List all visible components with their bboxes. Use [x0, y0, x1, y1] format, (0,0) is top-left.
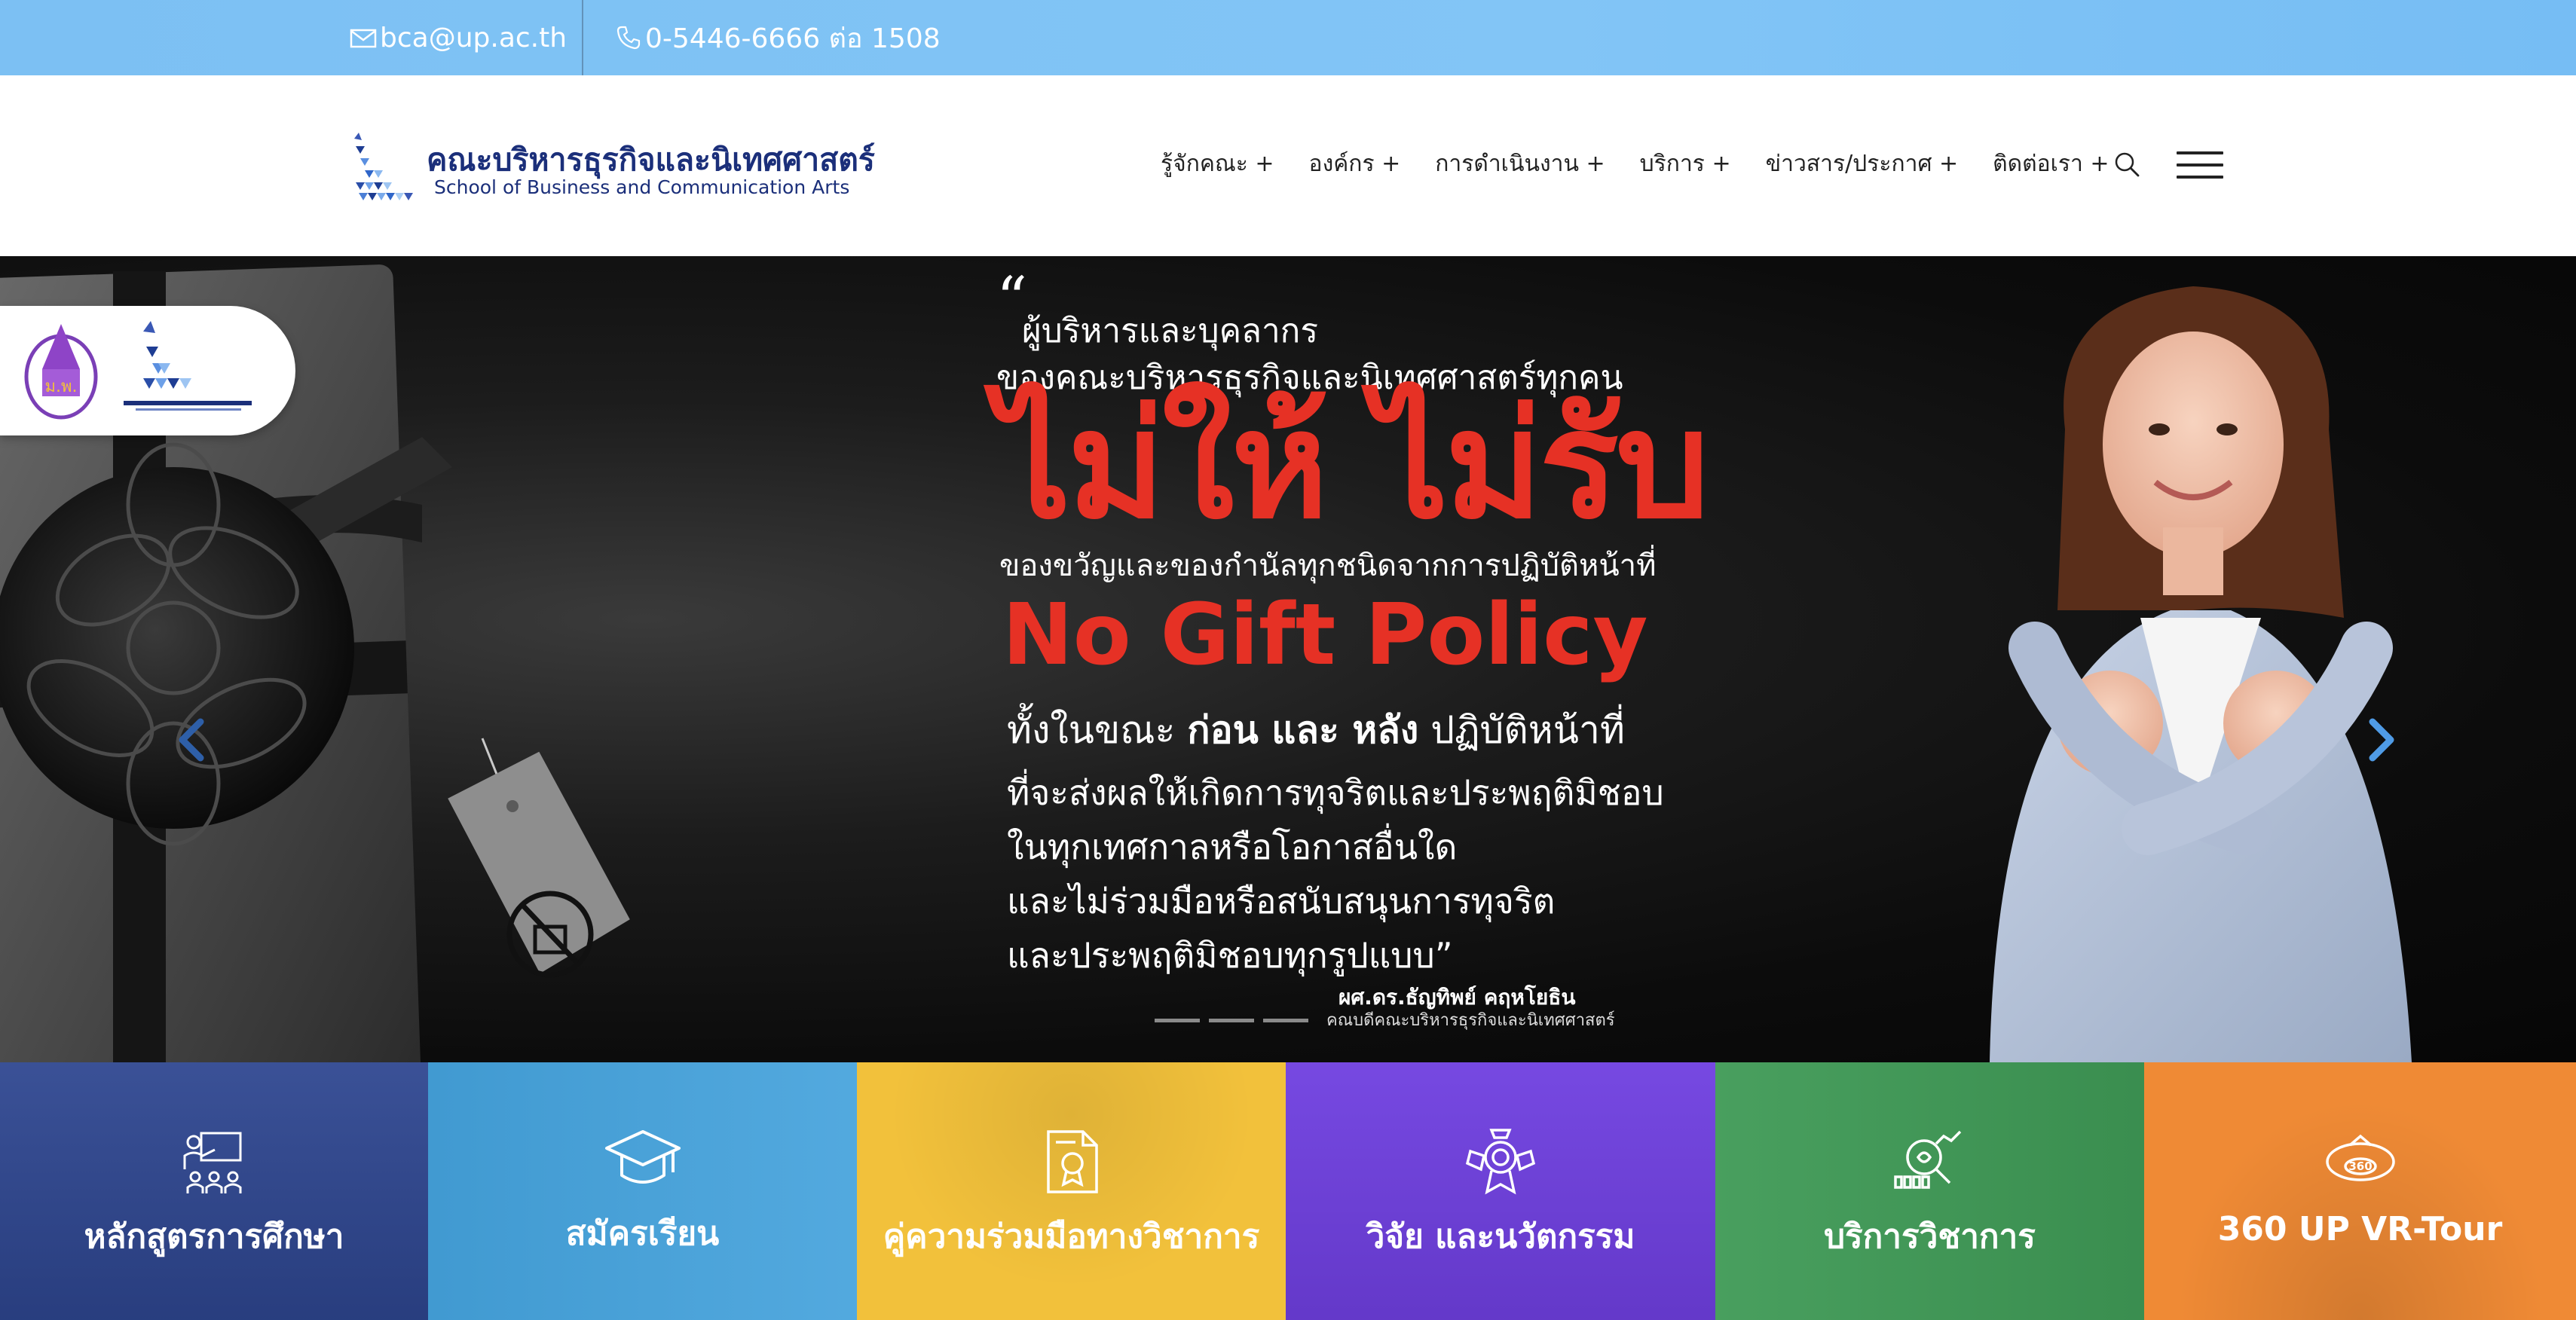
hero-line-3: ของขวัญและของกำนัลทุกชนิดจากการปฏิบัติหน…: [999, 548, 1657, 583]
research-award-icon: [1465, 1129, 1536, 1195]
main-nav: รู้จักคณะ + องค์กร + การดำเนินงาน + บริก…: [1161, 146, 2109, 182]
graduation-cap-icon: [604, 1130, 681, 1184]
dean-photo: [1990, 286, 2412, 1062]
email-text: bca@up.ac.th: [380, 22, 568, 53]
hero-line-6: ในทุกเทศกาลหรือโอกาสอื่นใด: [1007, 827, 1458, 867]
hamburger-menu-icon[interactable]: [2177, 151, 2223, 179]
email-link[interactable]: bca@up.ac.th: [350, 0, 567, 75]
hero-line-5: ที่จะส่งผลให้เกิดการทุจริตและประพฤติมิชอ…: [1007, 772, 1664, 813]
tile-vr-tour-background: [2144, 1062, 2576, 1320]
logo-mark-icon: [354, 133, 413, 200]
university-badge: ม.พ.: [0, 306, 295, 435]
nav-item-about[interactable]: รู้จักคณะ +: [1161, 146, 1274, 182]
tile-curriculum-label: หลักสูตรการศึกษา: [84, 1218, 344, 1256]
phone-link[interactable]: 0-5446-6666 ต่อ 1508: [615, 0, 941, 75]
certificate-document-icon: [1046, 1130, 1098, 1193]
faculty-logo[interactable]: คณะบริหารธุรกิจและนิเทศศาสตร์ School of …: [348, 130, 875, 205]
tile-apply[interactable]: สมัครเรียน: [428, 1062, 857, 1320]
next-slide-arrow-icon[interactable]: [2365, 717, 2398, 762]
hero-line-7: และไม่ร่วมมือหรือสนับสนุนการทุจริต: [1007, 881, 1556, 921]
university-seal-icon: ม.พ.: [24, 324, 98, 420]
tile-apply-label: สมัครเรียน: [565, 1215, 720, 1253]
tile-curriculum[interactable]: หลักสูตรการศึกษา: [0, 1062, 428, 1320]
slide-indicators: [1155, 1019, 1308, 1022]
nav-item-services[interactable]: บริการ +: [1640, 146, 1731, 182]
prev-slide-arrow-icon[interactable]: [175, 717, 208, 762]
slide-indicator-3[interactable]: [1263, 1019, 1308, 1022]
hero-line-4-a: ทั้งในขณะ: [1007, 708, 1188, 752]
phone-icon: [616, 26, 641, 50]
tile-research[interactable]: วิจัย และนวัตกรรม: [1286, 1062, 1715, 1320]
tile-vr-tour-label: 360 UP VR-Tour: [2217, 1210, 2503, 1248]
tile-academic-service-label: บริการวิชาการ: [1824, 1218, 2036, 1256]
tile-academic-service[interactable]: บริการวิชาการ: [1715, 1062, 2144, 1320]
svg-text:ม.พ.: ม.พ.: [45, 377, 78, 396]
hero-line-1: ผู้บริหารและบุคลากร: [1022, 312, 1318, 350]
signature-role: คณบดีคณะบริหารธุรกิจและนิเทศศาสตร์: [1326, 1011, 1615, 1030]
teacher-board-icon: [183, 1132, 242, 1193]
tile-partnership-label: คู่ความร่วมมือทางวิชาการ: [883, 1218, 1260, 1256]
tile-research-label: วิจัย และนวัตกรรม: [1366, 1218, 1635, 1256]
nav-item-organization[interactable]: องค์กร +: [1309, 146, 1401, 182]
nav-item-contact[interactable]: ติดต่อเรา +: [1993, 146, 2109, 182]
logo-subtitle: School of Business and Communication Art…: [434, 176, 850, 198]
top-contact-bar: bca@up.ac.th 0-5446-6666 ต่อ 1508: [0, 0, 2576, 75]
site-header: คณะบริหารธุรกิจและนิเทศศาสตร์ School of …: [0, 75, 2576, 256]
analytics-search-icon: [1893, 1130, 1961, 1189]
service-tiles: หลักสูตรการศึกษา สมัครเรียน คู่ความร่วมม…: [0, 1062, 2576, 1320]
envelope-icon: [350, 29, 377, 48]
hero-line-4-c: ปฏิบัติหน้าที่: [1418, 708, 1625, 752]
search-icon[interactable]: [2113, 151, 2140, 178]
nav-item-news[interactable]: ข่าวสาร/ประกาศ +: [1766, 146, 1959, 182]
slide-indicator-1[interactable]: [1155, 1019, 1200, 1022]
slide-indicator-2[interactable]: [1209, 1019, 1254, 1022]
hero-line-4: ทั้งในขณะ ก่อน และ หลัง ปฏิบัติหน้าที่: [1007, 701, 1625, 760]
hero-line-8: และประพฤติมิชอบทุกรูปแบบ”: [1007, 935, 1453, 976]
vr-360-icon: 360: [2325, 1134, 2395, 1181]
no-gift-policy-title: No Gift Policy: [1002, 586, 1648, 684]
topbar-divider: [582, 0, 583, 75]
svg-text:360: 360: [2348, 1160, 2372, 1173]
hero-line-4-b: ก่อน และ หลัง: [1187, 708, 1419, 752]
phone-text: 0-5446-6666 ต่อ 1508: [645, 23, 941, 54]
nav-item-operations[interactable]: การดำเนินงาน +: [1435, 146, 1605, 182]
tile-vr-tour[interactable]: 360 360 UP VR-Tour: [2144, 1062, 2576, 1320]
hero-headline: ไม่ให้ ไม่รับ: [996, 380, 1709, 552]
tile-partnership[interactable]: คู่ความร่วมมือทางวิชาการ: [857, 1062, 1286, 1320]
hero-slider: ม.พ. “ ผู้บริหารและบุคลากร ของคณะบริหารธ…: [0, 256, 2576, 1062]
faculty-logo-small-icon: [124, 321, 252, 411]
